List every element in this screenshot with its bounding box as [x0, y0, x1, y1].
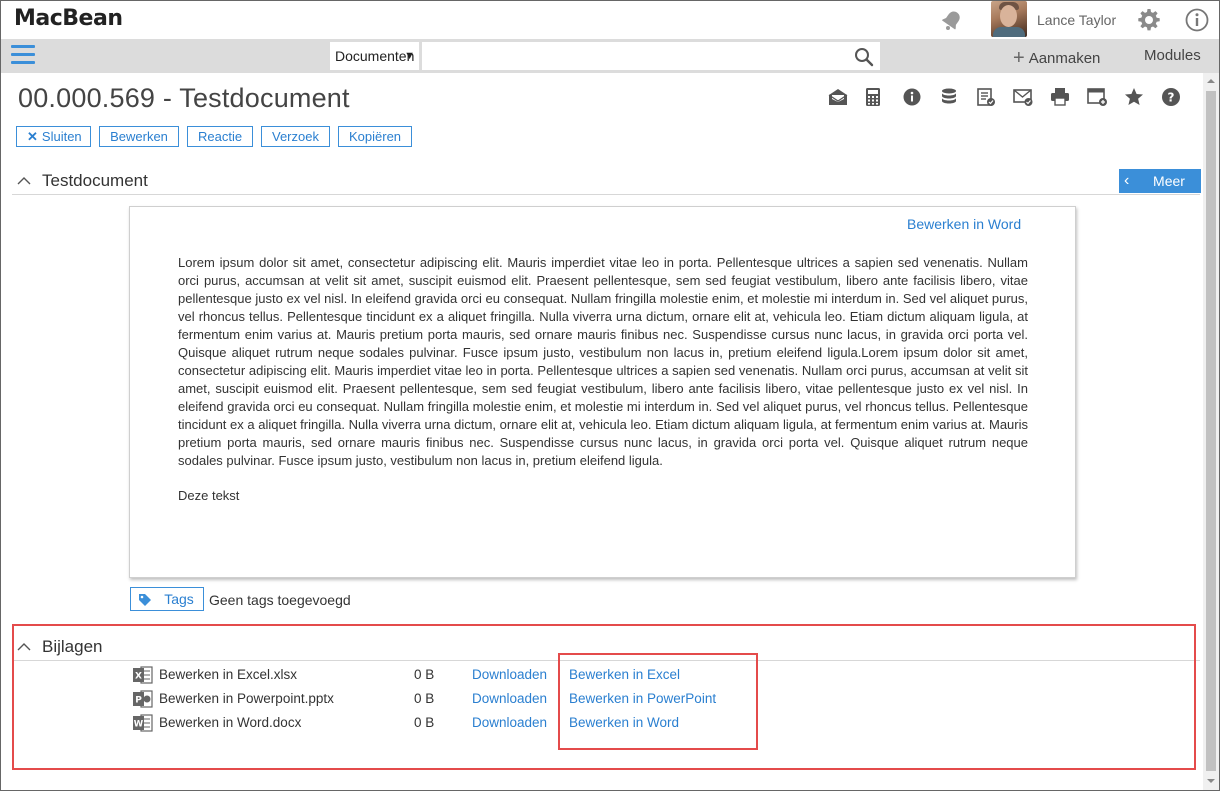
search-icon[interactable]: [854, 47, 874, 67]
help-icon[interactable]: ?: [1160, 86, 1182, 108]
chevron-left-icon: ‹: [1124, 172, 1130, 189]
svg-text:?: ?: [1168, 91, 1175, 105]
document-body-extra: Deze tekst: [178, 488, 240, 503]
request-button[interactable]: Verzoek: [261, 126, 330, 147]
vertical-scrollbar[interactable]: [1203, 73, 1219, 790]
star-icon[interactable]: [1123, 86, 1145, 108]
mail-open-icon[interactable]: [827, 86, 849, 108]
create-label: Aanmaken: [1028, 50, 1101, 67]
document-body: Lorem ipsum dolor sit amet, consectetur …: [178, 255, 1028, 468]
user-name[interactable]: Lance Taylor: [1037, 12, 1116, 28]
page-title: 00.000.569 - Testdocument: [18, 83, 350, 113]
modules-button[interactable]: Modules: [1144, 47, 1201, 64]
tags-button[interactable]: Tags: [130, 587, 204, 611]
tags-empty-text: Geen tags toegevoegd: [209, 592, 351, 608]
create-button[interactable]: + Aanmaken: [1013, 46, 1100, 69]
close-icon: ✕: [27, 129, 38, 144]
tag-icon: [139, 594, 151, 606]
chevron-up-icon[interactable]: [16, 174, 32, 188]
edit-button[interactable]: Bewerken: [99, 126, 179, 147]
copy-button[interactable]: Kopiëren: [338, 126, 412, 147]
reply-button[interactable]: Reactie: [187, 126, 253, 147]
search-input[interactable]: [422, 42, 880, 70]
printer-icon[interactable]: [1049, 86, 1071, 108]
search-type-select[interactable]: Documenten ▼: [330, 42, 420, 70]
scroll-up-arrow-icon[interactable]: [1203, 73, 1219, 89]
caret-down-icon: ▼: [404, 50, 415, 62]
edit-links-highlight: [558, 653, 758, 750]
document-preview: Bewerken in Word Lorem ipsum dolor sit a…: [129, 206, 1076, 578]
brand-logo[interactable]: MacBean: [14, 6, 123, 31]
edit-in-word-link[interactable]: Bewerken in Word: [907, 216, 1021, 232]
document-section-header[interactable]: Testdocument: [12, 169, 1200, 195]
nav-bar: Documenten ▼ + Aanmaken Modules: [1, 39, 1219, 73]
list-check-icon[interactable]: [975, 86, 997, 108]
close-label: Sluiten: [41, 129, 82, 144]
plus-icon: +: [1013, 47, 1025, 69]
menu-icon[interactable]: [11, 45, 35, 65]
close-button[interactable]: ✕ Sluiten: [16, 126, 91, 147]
top-bar: MacBean Lance Taylor: [1, 1, 1219, 39]
window-add-icon[interactable]: [1086, 86, 1108, 108]
info-circle-icon[interactable]: [901, 86, 923, 108]
app-window: MacBean Lance Taylor Documenten ▼ + Aanm…: [0, 0, 1220, 791]
info-icon[interactable]: [1185, 8, 1209, 32]
scrollbar-thumb[interactable]: [1206, 91, 1216, 771]
tags-label: Tags: [164, 591, 194, 607]
scroll-down-arrow-icon[interactable]: [1203, 773, 1219, 789]
more-label: Meer: [1153, 173, 1185, 189]
avatar[interactable]: [991, 1, 1027, 37]
more-button[interactable]: ‹ Meer: [1119, 169, 1201, 193]
notification-bell-icon[interactable]: [940, 8, 964, 32]
mail-check-icon[interactable]: [1012, 86, 1034, 108]
gear-icon[interactable]: [1137, 8, 1161, 32]
database-icon[interactable]: [938, 86, 960, 108]
section-title: Testdocument: [42, 171, 148, 190]
calculator-icon[interactable]: [862, 86, 884, 108]
search-type-value: Documenten: [335, 48, 415, 64]
